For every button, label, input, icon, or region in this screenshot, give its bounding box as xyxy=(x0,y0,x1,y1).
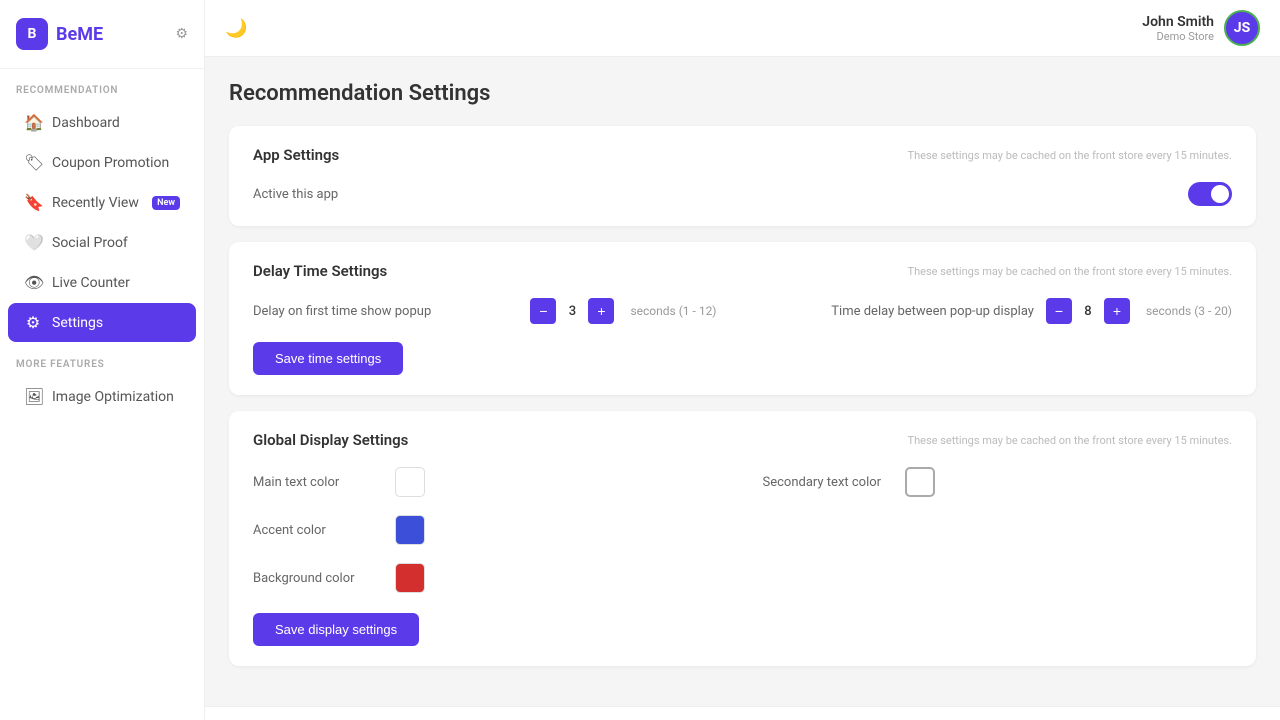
main-content: 🌙 John Smith Demo Store JS Recommendatio… xyxy=(205,0,1280,720)
topbar: 🌙 John Smith Demo Store JS xyxy=(205,0,1280,57)
sidebar-item-counter[interactable]: 👁 Live Counter xyxy=(8,263,196,302)
accent-color-label: Accent color xyxy=(253,523,383,538)
active-app-toggle[interactable] xyxy=(1188,182,1232,206)
avatar[interactable]: JS xyxy=(1224,10,1260,46)
save-display-settings-button[interactable]: Save display settings xyxy=(253,613,419,646)
display-settings-header: Global Display Settings These settings m… xyxy=(253,431,1232,449)
topbar-left: 🌙 xyxy=(225,18,247,39)
app-settings-hint: These settings may be cached on the fron… xyxy=(908,149,1233,162)
logo-text: BeME xyxy=(56,24,103,45)
social-icon: 🤍 xyxy=(24,233,42,252)
app-settings-title: App Settings xyxy=(253,146,339,164)
content-area: Recommendation Settings App Settings The… xyxy=(205,57,1280,706)
main-text-color-swatch[interactable] xyxy=(395,467,425,497)
main-text-color-label: Main text color xyxy=(253,475,383,490)
accent-color-swatch[interactable] xyxy=(395,515,425,545)
sidebar-item-label-dashboard: Dashboard xyxy=(52,115,120,131)
delay-settings-card: Delay Time Settings These settings may b… xyxy=(229,242,1256,395)
secondary-text-color-swatch[interactable] xyxy=(905,467,935,497)
bg-color-swatch[interactable] xyxy=(395,563,425,593)
sidebar-item-label-recently: Recently View xyxy=(52,195,139,211)
app-settings-card: App Settings These settings may be cache… xyxy=(229,126,1256,226)
delay-settings-hint: These settings may be cached on the fron… xyxy=(908,265,1233,278)
sidebar-item-recently[interactable]: 🔖 Recently View New xyxy=(8,183,196,222)
sidebar: B BeME ⚙ RECOMMENDATION 🏠 Dashboard 🏷 Coupon… xyxy=(0,0,205,720)
page-title: Recommendation Settings xyxy=(229,81,1256,106)
sidebar-section-label: RECOMMENDATION xyxy=(0,69,204,102)
delay-settings-title: Delay Time Settings xyxy=(253,262,387,280)
sidebar-item-image[interactable]: 🖼 Image Optimization xyxy=(8,377,196,416)
display-settings-hint: These settings may be cached on the fron… xyxy=(908,434,1233,447)
first-delay-increment[interactable]: + xyxy=(588,298,614,324)
user-info: John Smith Demo Store xyxy=(1142,14,1214,43)
dark-mode-icon[interactable]: 🌙 xyxy=(225,18,247,39)
sidebar-item-settings[interactable]: ⚙ Settings xyxy=(8,303,196,342)
user-store: Demo Store xyxy=(1142,30,1214,43)
dashboard-icon: 🏠 xyxy=(24,113,42,132)
first-delay-label: Delay on first time show popup xyxy=(253,304,518,319)
delay-row: Delay on first time show popup − 3 + sec… xyxy=(253,298,1232,324)
sidebar-section-label: MORE FEATURES xyxy=(0,343,204,376)
counter-icon: 👁 xyxy=(24,273,42,292)
bg-color-row-actual: Background color xyxy=(253,563,723,593)
bg-color-row xyxy=(763,515,1233,545)
color-grid: Main text color Secondary text color Acc… xyxy=(253,467,1232,593)
settings-gear-icon[interactable]: ⚙ xyxy=(175,26,188,42)
footer: COPYRIGHT © 2021 BeME, All rights Reserv… xyxy=(205,706,1280,720)
active-app-row: Active this app xyxy=(253,182,1232,206)
between-delay-unit: seconds (3 - 20) xyxy=(1146,304,1232,318)
between-delay-decrement[interactable]: − xyxy=(1046,298,1072,324)
sidebar-item-social[interactable]: 🤍 Social Proof xyxy=(8,223,196,262)
bg-color-label: Background color xyxy=(253,571,383,586)
sidebar-item-label-coupon: Coupon Promotion xyxy=(52,155,169,171)
delay-settings-header: Delay Time Settings These settings may b… xyxy=(253,262,1232,280)
first-delay-decrement[interactable]: − xyxy=(530,298,556,324)
badge-recently: New xyxy=(152,196,180,210)
sidebar-nav: RECOMMENDATION 🏠 Dashboard 🏷 Coupon Promotio… xyxy=(0,69,204,417)
recently-icon: 🔖 xyxy=(24,193,42,212)
between-delay-label: Time delay between pop-up display xyxy=(729,304,1034,319)
logo-icon: B xyxy=(16,18,48,50)
first-delay-unit: seconds (1 - 12) xyxy=(630,304,716,318)
secondary-text-color-row: Secondary text color xyxy=(763,467,1233,497)
sidebar-item-label-social: Social Proof xyxy=(52,235,128,251)
secondary-text-color-label: Secondary text color xyxy=(763,475,893,490)
sidebar-logo: B BeME ⚙ xyxy=(0,0,204,69)
topbar-right: John Smith Demo Store JS xyxy=(1142,10,1260,46)
first-delay-stepper: − 3 + xyxy=(530,298,614,324)
active-app-label: Active this app xyxy=(253,187,338,202)
coupon-icon: 🏷 xyxy=(24,153,42,172)
user-name: John Smith xyxy=(1142,14,1214,30)
sidebar-item-label-settings: Settings xyxy=(52,315,103,331)
sidebar-item-label-image: Image Optimization xyxy=(52,389,174,405)
between-delay-increment[interactable]: + xyxy=(1104,298,1130,324)
settings-icon: ⚙ xyxy=(24,313,42,332)
save-time-settings-button[interactable]: Save time settings xyxy=(253,342,403,375)
app-settings-header: App Settings These settings may be cache… xyxy=(253,146,1232,164)
between-delay-stepper: − 8 + xyxy=(1046,298,1130,324)
first-delay-value: 3 xyxy=(556,304,588,319)
between-delay-value: 8 xyxy=(1072,304,1104,319)
sidebar-item-label-counter: Live Counter xyxy=(52,275,130,291)
display-settings-card: Global Display Settings These settings m… xyxy=(229,411,1256,666)
sidebar-item-dashboard[interactable]: 🏠 Dashboard xyxy=(8,103,196,142)
main-text-color-row: Main text color xyxy=(253,467,723,497)
accent-color-row: Accent color xyxy=(253,515,723,545)
display-settings-title: Global Display Settings xyxy=(253,431,408,449)
sidebar-item-coupon[interactable]: 🏷 Coupon Promotion xyxy=(8,143,196,182)
image-icon: 🖼 xyxy=(24,387,42,406)
